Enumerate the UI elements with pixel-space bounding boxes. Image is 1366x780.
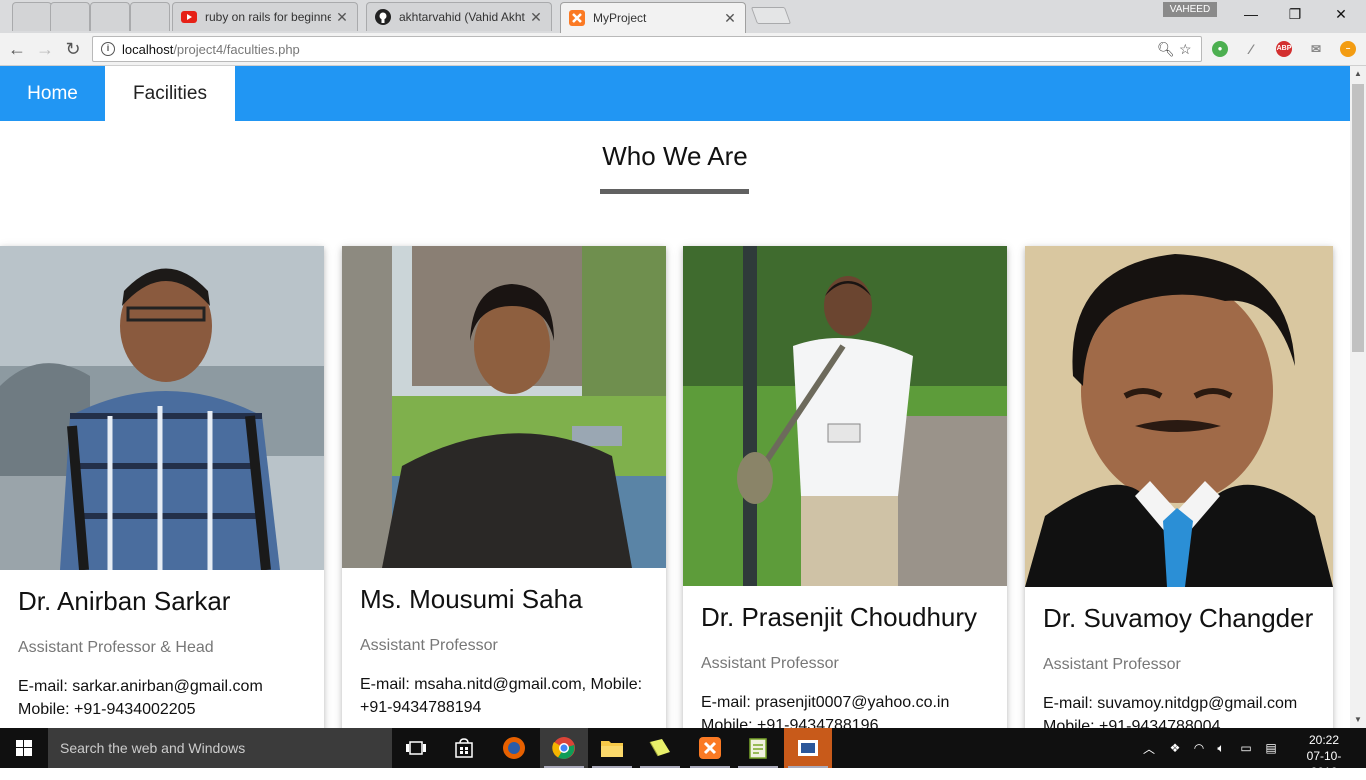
faculty-name: Dr. Suvamoy Changder: [1043, 603, 1314, 633]
faculty-contact: E-mail: suvamoy.nitdgp@gmail.com Mobile:…: [1043, 692, 1323, 728]
notifications-icon[interactable]: ▤: [1260, 728, 1282, 768]
xampp-icon[interactable]: [686, 728, 734, 768]
extension-icon[interactable]: ●: [1212, 41, 1228, 57]
page-viewport: Home Facilities Who We Are Dr. Anirban S…: [0, 66, 1350, 728]
windows-start-button[interactable]: [0, 728, 48, 768]
github-icon: [375, 9, 391, 25]
taskbar-search-input[interactable]: Search the web and Windows: [48, 728, 392, 768]
close-icon[interactable]: ✕: [723, 10, 737, 27]
restore-icon[interactable]: ❐: [1272, 4, 1318, 24]
title-underline: [600, 189, 749, 194]
nav-home-link[interactable]: Home: [0, 66, 105, 121]
chrome-icon[interactable]: [540, 728, 588, 768]
faculty-name: Ms. Mousumi Saha: [360, 584, 583, 614]
forward-arrow-icon[interactable]: →: [34, 38, 56, 60]
firefox-icon[interactable]: [490, 728, 538, 768]
tab-title: MyProject: [593, 11, 647, 25]
faculty-card: Dr. Suvamoy Changder Assistant Professor…: [1025, 246, 1333, 728]
faculty-email: E-mail: sarkar.anirban@gmail.com: [18, 678, 263, 695]
pinned-tab[interactable]: [130, 2, 170, 31]
nav-facilities-link[interactable]: Facilities: [105, 66, 235, 121]
close-icon[interactable]: ✕: [335, 9, 349, 26]
faculty-photo: [342, 246, 666, 568]
windows-taskbar: Search the web and Windows ︿ ❖ ◠ 🔈︎ ▭ ▤ …: [0, 728, 1366, 779]
faculty-contact: E-mail: prasenjit0007@yahoo.co.in Mobile…: [701, 691, 997, 728]
clock-date: 07-10-2016: [1306, 749, 1342, 779]
extension-icon[interactable]: ⁄: [1243, 41, 1259, 57]
back-arrow-icon[interactable]: ←: [6, 38, 28, 60]
faculty-role: Assistant Professor: [1043, 656, 1181, 673]
extension-icon[interactable]: ✉: [1308, 41, 1324, 57]
faculty-photo: [683, 246, 1007, 586]
site-navbar: Home Facilities: [0, 66, 1350, 121]
youtube-icon: [181, 9, 197, 25]
store-icon[interactable]: [440, 728, 488, 768]
url-host: localhost: [122, 42, 174, 57]
browser-tab[interactable]: akhtarvahid (Vahid Akhta ✕: [366, 2, 552, 31]
faculty-photo: [1025, 246, 1333, 587]
adblock-icon[interactable]: ABP: [1276, 41, 1292, 57]
scroll-up-icon[interactable]: ▲: [1350, 66, 1366, 82]
faculty-contact: E-mail: msaha.nitd@gmail.com, Mobile: +9…: [360, 673, 656, 719]
faculty-contact: E-mail: sarkar.anirban@gmail.com Mobile:…: [18, 675, 314, 721]
window-close-icon[interactable]: ✕: [1318, 4, 1364, 24]
url-path: /project4/faculties.php: [173, 42, 300, 57]
wifi-icon[interactable]: ◠: [1188, 728, 1210, 768]
tab-title: ruby on rails for beginne: [205, 10, 331, 24]
dropbox-icon[interactable]: ❖: [1164, 728, 1186, 768]
faculty-photo: [0, 246, 324, 570]
close-icon[interactable]: ✕: [529, 9, 543, 26]
faculty-card: Dr. Prasenjit Choudhury Assistant Profes…: [683, 246, 1007, 728]
new-tab-button[interactable]: [750, 7, 792, 24]
info-icon[interactable]: i: [101, 42, 115, 56]
faculty-email: E-mail: msaha.nitd@gmail.com, Mobile:: [360, 676, 643, 693]
faculty-role: Assistant Professor: [701, 655, 839, 672]
faculty-mobile: +91-9434788194: [360, 699, 482, 716]
faculty-email: E-mail: suvamoy.nitdgp@gmail.com: [1043, 695, 1298, 712]
page-scrollbar[interactable]: ▲ ▼: [1350, 66, 1366, 728]
faculty-mobile: Mobile: +91-9434788196: [701, 717, 879, 728]
zoom-icon[interactable]: 🔍︎: [1157, 41, 1175, 58]
faculty-name: Dr. Prasenjit Choudhury: [701, 602, 978, 632]
clock-time: 20:22: [1308, 733, 1340, 747]
bookmark-star-icon[interactable]: ☆: [1179, 41, 1192, 58]
powerpoint-icon[interactable]: [784, 728, 832, 768]
faculty-role: Assistant Professor & Head: [18, 639, 214, 656]
notes-app-icon[interactable]: [636, 728, 684, 768]
reload-icon[interactable]: ↻: [62, 38, 84, 60]
faculty-mobile: Mobile: +91-9434788004: [1043, 718, 1221, 728]
browser-toolbar: ← → ↻ i localhost/project4/faculties.php…: [0, 33, 1366, 66]
minimize-icon[interactable]: —: [1228, 4, 1274, 24]
task-view-icon[interactable]: [392, 728, 440, 768]
scroll-down-icon[interactable]: ▼: [1350, 712, 1366, 728]
taskbar-clock[interactable]: 20:22 07-10-2016: [1294, 732, 1354, 780]
browser-tab-strip: ruby on rails for beginne ✕ akhtarvahid …: [0, 0, 1366, 33]
profile-badge[interactable]: VAHEED: [1163, 2, 1217, 17]
faculty-card: Dr. Anirban Sarkar Assistant Professor &…: [0, 246, 324, 728]
faculty-mobile: Mobile: +91-9434002205: [18, 701, 196, 718]
address-bar[interactable]: i localhost/project4/faculties.php 🔍︎ ☆: [92, 36, 1202, 62]
pinned-tab[interactable]: [90, 2, 130, 31]
faculty-card: Ms. Mousumi Saha Assistant Professor E-m…: [342, 246, 666, 728]
faculty-role: Assistant Professor: [360, 637, 498, 654]
file-explorer-icon[interactable]: [588, 728, 636, 768]
section-title: Who We Are: [602, 141, 748, 171]
browser-tab-active[interactable]: MyProject ✕: [560, 2, 746, 33]
faculty-name: Dr. Anirban Sarkar: [18, 586, 231, 616]
notepad-plus-icon[interactable]: [734, 728, 782, 768]
tab-title: akhtarvahid (Vahid Akhta: [399, 10, 525, 24]
browser-tab[interactable]: ruby on rails for beginne ✕: [172, 2, 358, 31]
menu-icon[interactable]: −: [1340, 41, 1356, 57]
pinned-tab[interactable]: [12, 2, 52, 31]
faculty-email: E-mail: prasenjit0007@yahoo.co.in: [701, 694, 950, 711]
scrollbar-thumb[interactable]: [1352, 84, 1364, 352]
tray-expand-icon[interactable]: ︿: [1140, 728, 1158, 768]
volume-icon[interactable]: 🔈︎: [1210, 728, 1232, 768]
battery-icon[interactable]: ▭: [1234, 728, 1258, 768]
pinned-tab[interactable]: [50, 2, 90, 31]
xampp-icon: [569, 10, 585, 26]
